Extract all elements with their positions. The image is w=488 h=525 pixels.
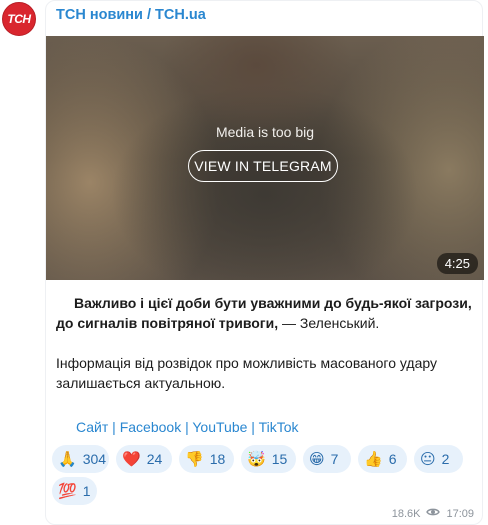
reaction-count: 7 [330,451,339,467]
message-text: Важливо і цієї доби бути уважними до буд… [56,293,476,393]
neutral-face-emoji-icon: 😐 [420,450,436,468]
reaction-thumbs-up[interactable]: 👍 6 [358,445,407,473]
message-paragraph-1: Важливо і цієї доби бути уважними до буд… [56,293,476,333]
reaction-pray[interactable]: 🙏 304 [52,445,109,473]
reaction-grin[interactable]: 😁 7 [303,445,351,473]
reaction-count: 2 [441,451,450,467]
message-meta: 18.6K 17:09 [392,507,474,520]
reaction-count: 6 [388,451,397,467]
reaction-count: 304 [82,451,107,467]
reaction-count: 15 [271,451,288,467]
youtube-link[interactable]: YouTube [192,419,247,435]
reaction-heart[interactable]: ❤️ 24 [116,445,172,473]
facebook-link[interactable]: Facebook [120,419,181,435]
hundred-emoji-icon: 💯 [58,482,77,500]
reaction-neutral[interactable]: 😐 2 [414,445,463,473]
grin-emoji-icon: 😁 [309,450,325,468]
channel-name[interactable]: ТСН новини / TCH.ua [56,7,206,23]
reaction-count: 18 [209,451,226,467]
mind-blown-emoji-icon: 🤯 [247,450,266,468]
video-preview[interactable]: Media is too big VIEW IN TELEGRAM 4:25 [46,36,484,280]
eye-icon [426,507,441,520]
message-quote-author: — Зеленський. [278,315,380,331]
message-card: ТСН новини / TCH.ua Media is too big VIE… [45,0,484,525]
view-in-telegram-button[interactable]: VIEW IN TELEGRAM [188,150,338,182]
view-count: 18.6K [391,507,421,520]
link-separator: | [181,419,193,435]
media-too-big-notice: Media is too big [215,124,315,140]
thumbs-up-emoji-icon: 👍 [364,450,383,468]
message-bold-quote: Важливо і цієї доби бути уважними до буд… [56,295,472,331]
reaction-count: 1 [82,483,91,499]
avatar-text: TCH [7,12,31,26]
reaction-mind-blown[interactable]: 🤯 15 [241,445,296,473]
reaction-count: 24 [146,451,163,467]
message-paragraph-2: Інформація від розвідок про можливість м… [56,355,438,391]
site-link[interactable]: Сайт [76,419,108,435]
link-separator: | [247,419,259,435]
reaction-hundred[interactable]: 💯 1 [52,477,97,505]
message-time: 17:09 [446,507,474,520]
tiktok-link[interactable]: TikTok [259,419,299,435]
link-separator: | [108,419,120,435]
reaction-thumbs-down[interactable]: 👎 18 [179,445,234,473]
thumbs-down-emoji-icon: 👎 [185,450,204,468]
video-duration-badge: 4:25 [436,253,478,274]
heart-emoji-icon: ❤️ [122,450,141,468]
pray-emoji-icon: 🙏 [58,450,77,468]
social-links: Сайт | Facebook | YouTube | TikTok [76,419,299,435]
channel-avatar[interactable]: TCH [2,2,36,36]
